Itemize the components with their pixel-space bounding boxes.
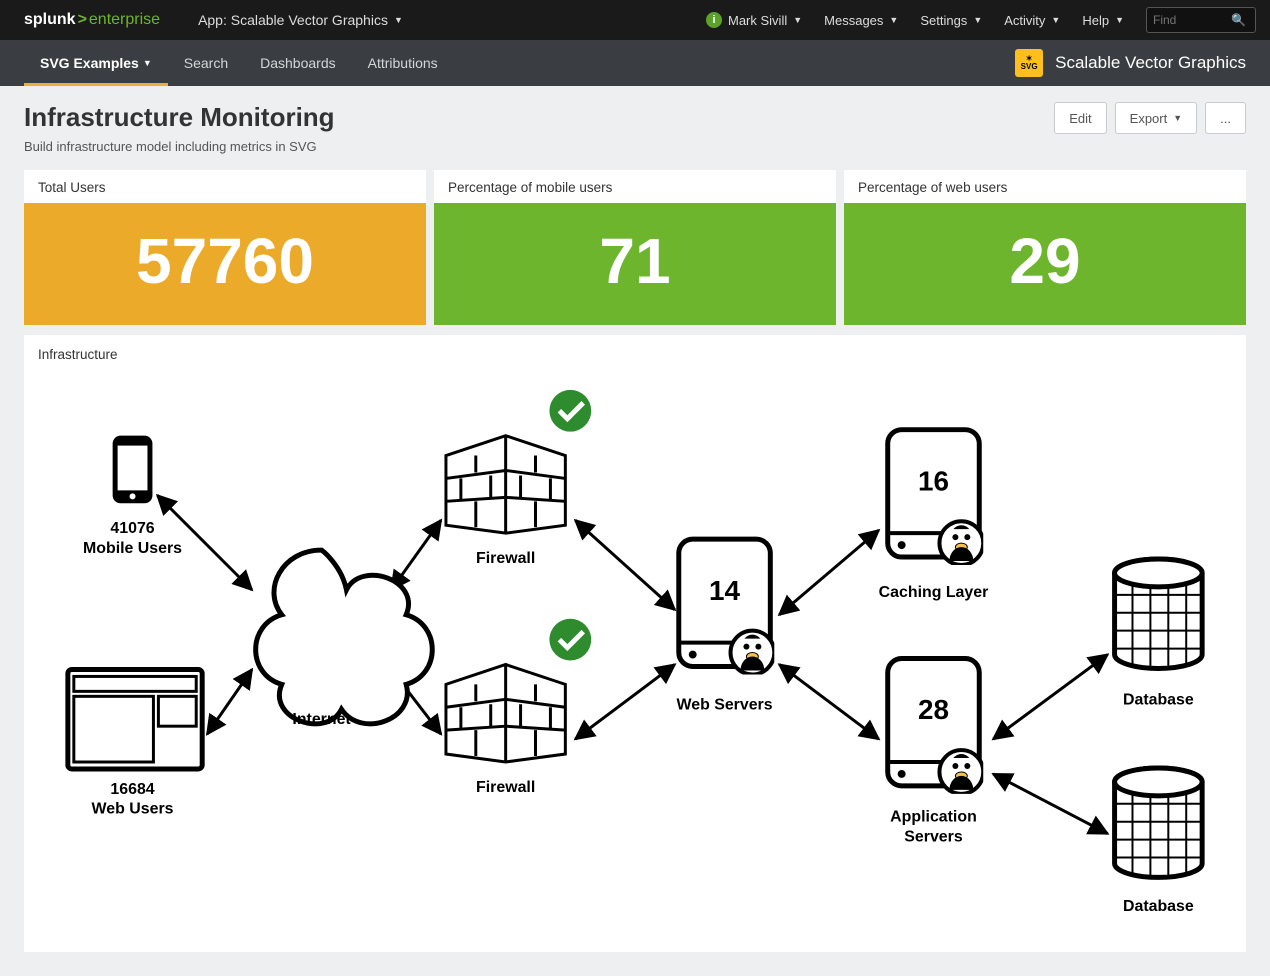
tab-svg-examples[interactable]: SVG Examples ▼	[24, 40, 168, 86]
settings-label: Settings	[920, 13, 967, 28]
tab-label: Dashboards	[260, 55, 336, 71]
search-icon: 🔍	[1231, 13, 1246, 27]
caching-label: Caching Layer	[879, 584, 989, 601]
page-header: Infrastructure Monitoring Build infrastr…	[0, 86, 1270, 154]
tab-dashboards[interactable]: Dashboards	[244, 40, 352, 86]
infra-panel: Infrastructure 4	[24, 335, 1246, 952]
activity-label: Activity	[1004, 13, 1045, 28]
edit-label: Edit	[1069, 111, 1091, 126]
appservers-count: 28	[918, 694, 949, 725]
brand-left: splunk	[24, 11, 76, 29]
tile-value: 71	[434, 203, 836, 325]
settings-menu[interactable]: Settings ▼	[920, 13, 982, 28]
node-web-users: 16684 Web Users	[68, 669, 202, 817]
export-label: Export	[1130, 111, 1168, 126]
node-internet: Internet	[256, 550, 433, 728]
app-nav: SVG Examples ▼ Search Dashboards Attribu…	[0, 40, 1270, 86]
global-search[interactable]: 🔍	[1146, 7, 1256, 33]
help-label: Help	[1082, 13, 1109, 28]
appservers-label1: Application	[890, 809, 977, 826]
database-label: Database	[1123, 898, 1194, 915]
global-nav-right: i Mark Sivill ▼ Messages ▼ Settings ▼ Ac…	[706, 7, 1256, 33]
help-menu[interactable]: Help ▼	[1082, 13, 1124, 28]
tile-value: 57760	[24, 203, 426, 325]
brand-logo[interactable]: splunk > enterprise	[24, 11, 160, 29]
app-switcher[interactable]: App: Scalable Vector Graphics ▼	[198, 12, 403, 28]
app-title: ✶SVG Scalable Vector Graphics	[1015, 49, 1246, 77]
node-database-1: Database	[1115, 559, 1203, 708]
node-database-2: Database	[1115, 768, 1203, 915]
node-firewall-1: Firewall	[446, 390, 591, 567]
tile-label: Percentage of web users	[844, 170, 1246, 203]
brand-gt: >	[78, 11, 87, 29]
more-button[interactable]: ...	[1205, 102, 1246, 134]
brand-right: enterprise	[89, 11, 160, 29]
user-name: Mark Sivill	[728, 13, 787, 28]
tab-search[interactable]: Search	[168, 40, 244, 86]
node-firewall-2: Firewall	[446, 619, 591, 796]
node-web-servers: 14 Web Servers	[677, 539, 775, 713]
caching-count: 16	[918, 465, 949, 496]
infra-heading: Infrastructure	[38, 347, 1232, 362]
firewall-label: Firewall	[476, 779, 535, 796]
page-subtitle: Build infrastructure model including met…	[24, 139, 335, 154]
page-actions: Edit Export ▼ ...	[1054, 102, 1246, 134]
tile-label: Total Users	[24, 170, 426, 203]
tab-label: Search	[184, 55, 228, 71]
status-ok-icon	[549, 390, 591, 432]
chevron-down-icon: ▼	[793, 15, 802, 25]
chevron-down-icon: ▼	[1051, 15, 1060, 25]
webservers-label: Web Servers	[677, 696, 773, 713]
mobile-label: Mobile Users	[83, 540, 182, 557]
global-nav: splunk > enterprise App: Scalable Vector…	[0, 0, 1270, 40]
more-label: ...	[1220, 111, 1231, 126]
infra-diagram: 41076 Mobile Users 16684 Web Users Inter…	[38, 366, 1232, 923]
svg-logo-icon: ✶SVG	[1015, 49, 1043, 77]
node-mobile-users: 41076 Mobile Users	[83, 436, 182, 557]
node-app-servers: 28 Application Servers	[888, 659, 984, 846]
chevron-down-icon: ▼	[1115, 15, 1124, 25]
tab-label: SVG Examples	[40, 55, 139, 71]
chevron-down-icon: ▼	[889, 15, 898, 25]
tile-value: 29	[844, 203, 1246, 325]
mobile-count: 41076	[110, 520, 154, 537]
find-input[interactable]	[1153, 13, 1231, 27]
webservers-count: 14	[709, 575, 740, 606]
chevron-down-icon: ▼	[973, 15, 982, 25]
info-icon: i	[706, 12, 722, 28]
tile-mobile-pct: Percentage of mobile users 71	[434, 170, 836, 325]
export-button[interactable]: Export ▼	[1115, 102, 1198, 134]
tile-total-users: Total Users 57760	[24, 170, 426, 325]
tile-web-pct: Percentage of web users 29	[844, 170, 1246, 325]
activity-menu[interactable]: Activity ▼	[1004, 13, 1060, 28]
tile-label: Percentage of mobile users	[434, 170, 836, 203]
tab-label: Attributions	[368, 55, 438, 71]
chevron-down-icon: ▼	[1173, 113, 1182, 123]
internet-label: Internet	[292, 711, 351, 728]
app-title-text: Scalable Vector Graphics	[1055, 53, 1246, 73]
chevron-down-icon: ▼	[143, 58, 152, 68]
app-switcher-label: App: Scalable Vector Graphics	[198, 12, 388, 28]
firewall-label: Firewall	[476, 550, 535, 567]
user-menu[interactable]: i Mark Sivill ▼	[706, 12, 802, 28]
web-label: Web Users	[92, 801, 174, 818]
web-count: 16684	[110, 781, 154, 798]
appservers-label2: Servers	[904, 829, 963, 846]
page-title: Infrastructure Monitoring	[24, 102, 335, 133]
chevron-down-icon: ▼	[394, 15, 403, 25]
tab-attributions[interactable]: Attributions	[352, 40, 454, 86]
edit-button[interactable]: Edit	[1054, 102, 1106, 134]
node-caching-layer: 16 Caching Layer	[879, 430, 989, 601]
messages-label: Messages	[824, 13, 883, 28]
metric-row: Total Users 57760 Percentage of mobile u…	[24, 170, 1246, 325]
messages-menu[interactable]: Messages ▼	[824, 13, 898, 28]
status-ok-icon	[549, 619, 591, 661]
database-label: Database	[1123, 691, 1194, 708]
